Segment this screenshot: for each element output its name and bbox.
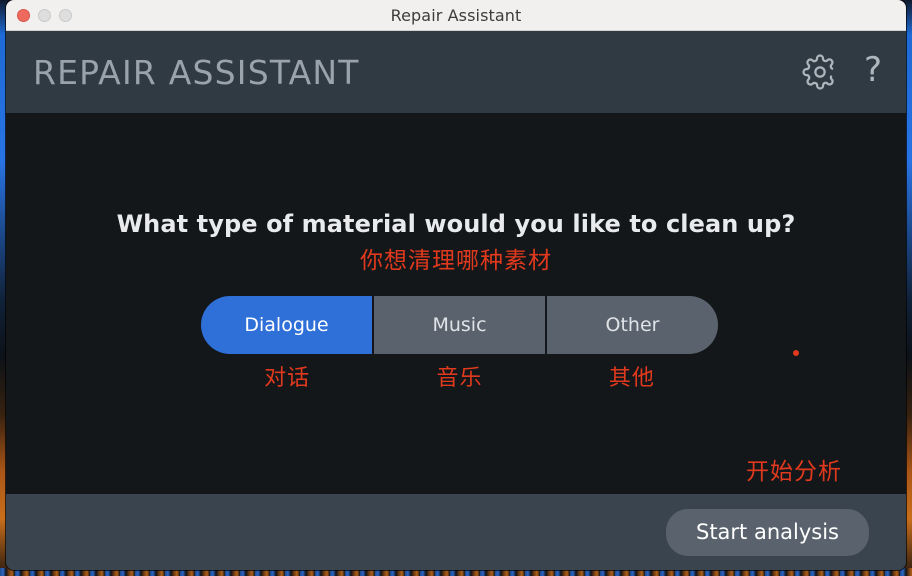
window-controls bbox=[17, 8, 72, 22]
start-analysis-label-zh: 开始分析 bbox=[746, 459, 842, 485]
desktop-background: Repair Assistant REPAIR ASSISTANT ? What… bbox=[0, 0, 912, 576]
gear-icon[interactable] bbox=[802, 54, 838, 90]
segment-other[interactable]: Other bbox=[547, 296, 718, 354]
start-analysis-button[interactable]: Start analysis bbox=[665, 508, 869, 557]
main-content: What type of material would you like to … bbox=[6, 113, 906, 494]
question-text-zh: 你想清理哪种素材 bbox=[360, 247, 552, 274]
segment-music[interactable]: Music bbox=[374, 296, 547, 354]
question-text-en: What type of material would you like to … bbox=[116, 210, 796, 238]
footer-bar: Start analysis bbox=[6, 494, 906, 570]
window-title: Repair Assistant bbox=[390, 5, 522, 25]
red-dot-annotation bbox=[793, 350, 799, 356]
segment-music-label-zh: 音乐 bbox=[436, 366, 483, 391]
close-button[interactable] bbox=[17, 8, 30, 22]
page-title: REPAIR ASSISTANT bbox=[33, 52, 360, 92]
window-titlebar[interactable]: Repair Assistant bbox=[6, 0, 906, 31]
app-header: REPAIR ASSISTANT ? bbox=[6, 31, 906, 113]
zoom-button[interactable] bbox=[59, 8, 72, 22]
header-actions: ? bbox=[802, 53, 882, 91]
question-mark-icon[interactable]: ? bbox=[864, 53, 882, 91]
segment-dialogue-label-zh: 对话 bbox=[264, 366, 311, 391]
segment-other-label-zh: 其他 bbox=[608, 366, 655, 391]
segment-translations: 对话 音乐 其他 bbox=[201, 360, 718, 392]
question-block: What type of material would you like to … bbox=[6, 210, 906, 274]
minimize-button[interactable] bbox=[38, 8, 51, 22]
material-type-segmented-control[interactable]: Dialogue Music Other bbox=[201, 296, 718, 354]
repair-assistant-window: Repair Assistant REPAIR ASSISTANT ? What… bbox=[6, 0, 906, 570]
segment-dialogue[interactable]: Dialogue bbox=[201, 296, 374, 354]
